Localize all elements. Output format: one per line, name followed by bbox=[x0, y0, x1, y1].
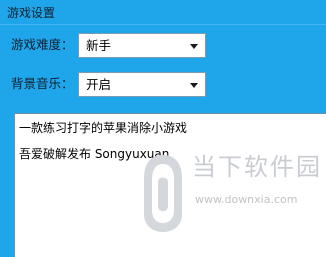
watermark-brand: 当下软件园 bbox=[192, 153, 322, 181]
music-value: 开启 bbox=[86, 77, 112, 92]
watermark-url: www.downxia.com bbox=[195, 193, 298, 206]
info-line-1: 一款练习打字的苹果消除小游戏 bbox=[19, 121, 188, 135]
difficulty-value: 新手 bbox=[86, 38, 112, 53]
music-select[interactable]: 开启 bbox=[78, 72, 206, 97]
watermark-logo-icon bbox=[141, 152, 185, 238]
difficulty-select[interactable]: 新手 bbox=[78, 33, 206, 58]
chevron-down-icon[interactable] bbox=[187, 77, 201, 92]
chevron-down-icon[interactable] bbox=[187, 38, 201, 53]
group-divider bbox=[0, 24, 326, 25]
difficulty-label: 游戏难度： bbox=[11, 37, 74, 52]
info-textbox[interactable]: 一款练习打字的苹果消除小游戏 吾爱破解发布 Songyuxuan 当下软件园 w… bbox=[14, 113, 326, 257]
game-settings-panel: 游戏设置 游戏难度： 新手 背景音乐： 开启 一款练习打字的苹果消除小游戏 吾爱… bbox=[0, 0, 326, 257]
group-title: 游戏设置 bbox=[7, 6, 56, 20]
music-label: 背景音乐： bbox=[11, 76, 74, 91]
